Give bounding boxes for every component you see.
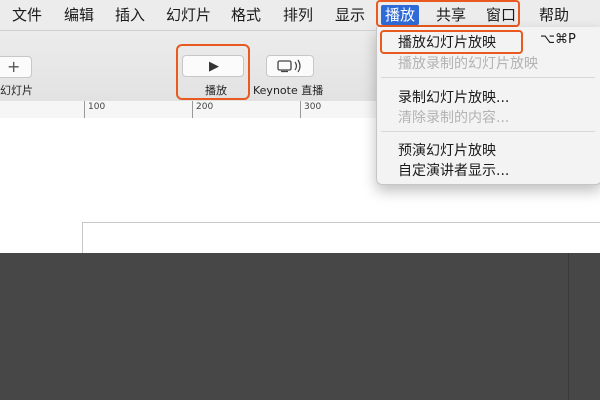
menu-insert[interactable]: 插入 [111, 5, 149, 25]
play-slideshow-shortcut: ⌥⌘P [540, 32, 576, 47]
ruler-label-300: 300 [304, 102, 322, 112]
menu-file[interactable]: 文件 [8, 5, 46, 25]
ruler-tick [300, 101, 301, 118]
menu-separator [381, 131, 595, 132]
ruler-label-100: 100 [88, 102, 106, 112]
keynote-live-label: Keynote 直播 [253, 84, 324, 97]
menu-highlight-annotation [376, 0, 520, 27]
menu-slide[interactable]: 幻灯片 [162, 5, 215, 25]
menu-view[interactable]: 显示 [331, 5, 369, 25]
add-slide-button[interactable]: + [0, 56, 32, 78]
ruler-label-200: 200 [196, 102, 214, 112]
menu-item-rehearse-slideshow[interactable]: 预演幻灯片放映 [398, 140, 496, 160]
keynote-live-icon [277, 59, 301, 73]
menu-arrange[interactable]: 排列 [279, 5, 317, 25]
menu-item-clear-recording: 清除录制的内容... [398, 110, 510, 126]
ruler-tick [84, 101, 85, 118]
menu-item-record-slideshow[interactable]: 录制幻灯片放映... [398, 87, 509, 107]
play-slideshow-highlight-annotation [380, 30, 523, 54]
canvas-background [0, 253, 600, 400]
keynote-live-button[interactable] [266, 55, 314, 77]
add-slide-label: 幻灯片 [0, 84, 33, 97]
panel-divider [568, 253, 569, 400]
plus-icon: + [7, 57, 21, 76]
play-highlight-annotation [176, 44, 250, 100]
menu-item-play-recorded: 播放录制的幻灯片放映 [398, 56, 538, 72]
menu-edit[interactable]: 编辑 [60, 5, 98, 25]
menu-help[interactable]: 帮助 [535, 5, 573, 25]
menu-item-customize-presenter-display[interactable]: 自定演讲者显示... [398, 160, 509, 180]
play-dropdown-menu: 播放幻灯片放映 ⌥⌘P 播放录制的幻灯片放映 录制幻灯片放映... 清除录制的内… [376, 27, 600, 185]
menu-separator [381, 77, 595, 78]
ruler-tick [192, 101, 193, 118]
menu-format[interactable]: 格式 [227, 5, 265, 25]
